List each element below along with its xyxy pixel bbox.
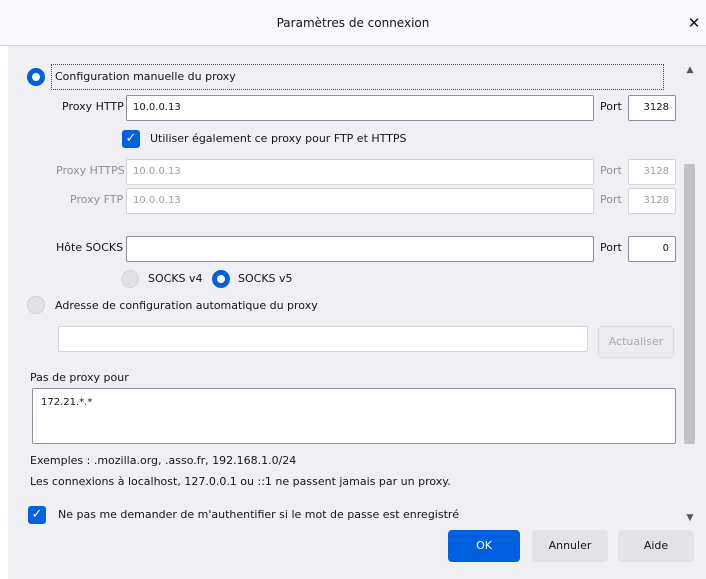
socks-host-label: Hôte SOCKS [56,241,124,254]
socks-v5-radio[interactable] [212,270,230,288]
ftp-proxy-input: 10.0.0.13 [126,188,594,214]
manual-proxy-label[interactable]: Configuration manuelle du proxy [55,70,236,83]
reload-button: Actualiser [598,326,674,358]
help-button[interactable]: Aide [618,530,694,562]
socks-port-input[interactable]: 0 [628,236,676,262]
manual-proxy-radio[interactable] [27,68,45,86]
auth-label[interactable]: Ne pas me demander de m'authentifier si … [58,508,459,521]
cancel-button[interactable]: Annuler [532,530,608,562]
scrollbar-thumb[interactable] [684,164,695,444]
socks-v4-label[interactable]: SOCKS v4 [148,272,203,285]
socks-v5-label[interactable]: SOCKS v5 [238,272,293,285]
https-proxy-input: 10.0.0.13 [126,159,594,185]
dialog-title: Paramètres de connexion [276,16,430,30]
ftp-proxy-label: Proxy FTP [70,193,124,206]
https-proxy-label: Proxy HTTPS [56,164,125,177]
auth-checkbox[interactable]: ✓ [28,506,46,524]
localhost-note: Les connexions à localhost, 127.0.0.1 ou… [30,475,451,488]
http-port-label: Port [600,100,622,113]
ftp-port-input: 3128 [628,188,676,214]
https-port-input: 3128 [628,159,676,185]
dialog-titlebar: Paramètres de connexion ✕ [0,0,706,46]
http-proxy-label: Proxy HTTP [62,100,124,113]
also-use-label[interactable]: Utiliser également ce proxy pour FTP et … [150,132,407,145]
http-port-input[interactable]: 3128 [628,95,676,121]
ok-button[interactable]: OK [448,530,520,562]
https-port-label: Port [600,164,622,177]
window-edge [0,46,8,579]
http-proxy-input[interactable]: 10.0.0.13 [126,95,594,121]
no-proxy-label: Pas de proxy pour [30,371,129,384]
auto-proxy-url-input [58,326,588,352]
auto-proxy-label[interactable]: Adresse de configuration automatique du … [55,299,318,312]
also-use-checkbox[interactable]: ✓ [122,130,140,148]
close-icon[interactable]: ✕ [684,13,704,33]
scroll-down-icon[interactable]: ▼ [682,510,698,526]
socks-v4-radio[interactable] [121,270,139,288]
socks-host-input[interactable] [126,236,594,262]
socks-port-label: Port [600,241,622,254]
auto-proxy-radio[interactable] [27,296,45,314]
no-proxy-textarea[interactable]: 172.21.*.* [32,388,676,444]
examples-text: Exemples : .mozilla.org, .asso.fr, 192.1… [30,454,297,467]
ftp-port-label: Port [600,193,622,206]
scroll-up-icon[interactable]: ▲ [682,62,698,78]
